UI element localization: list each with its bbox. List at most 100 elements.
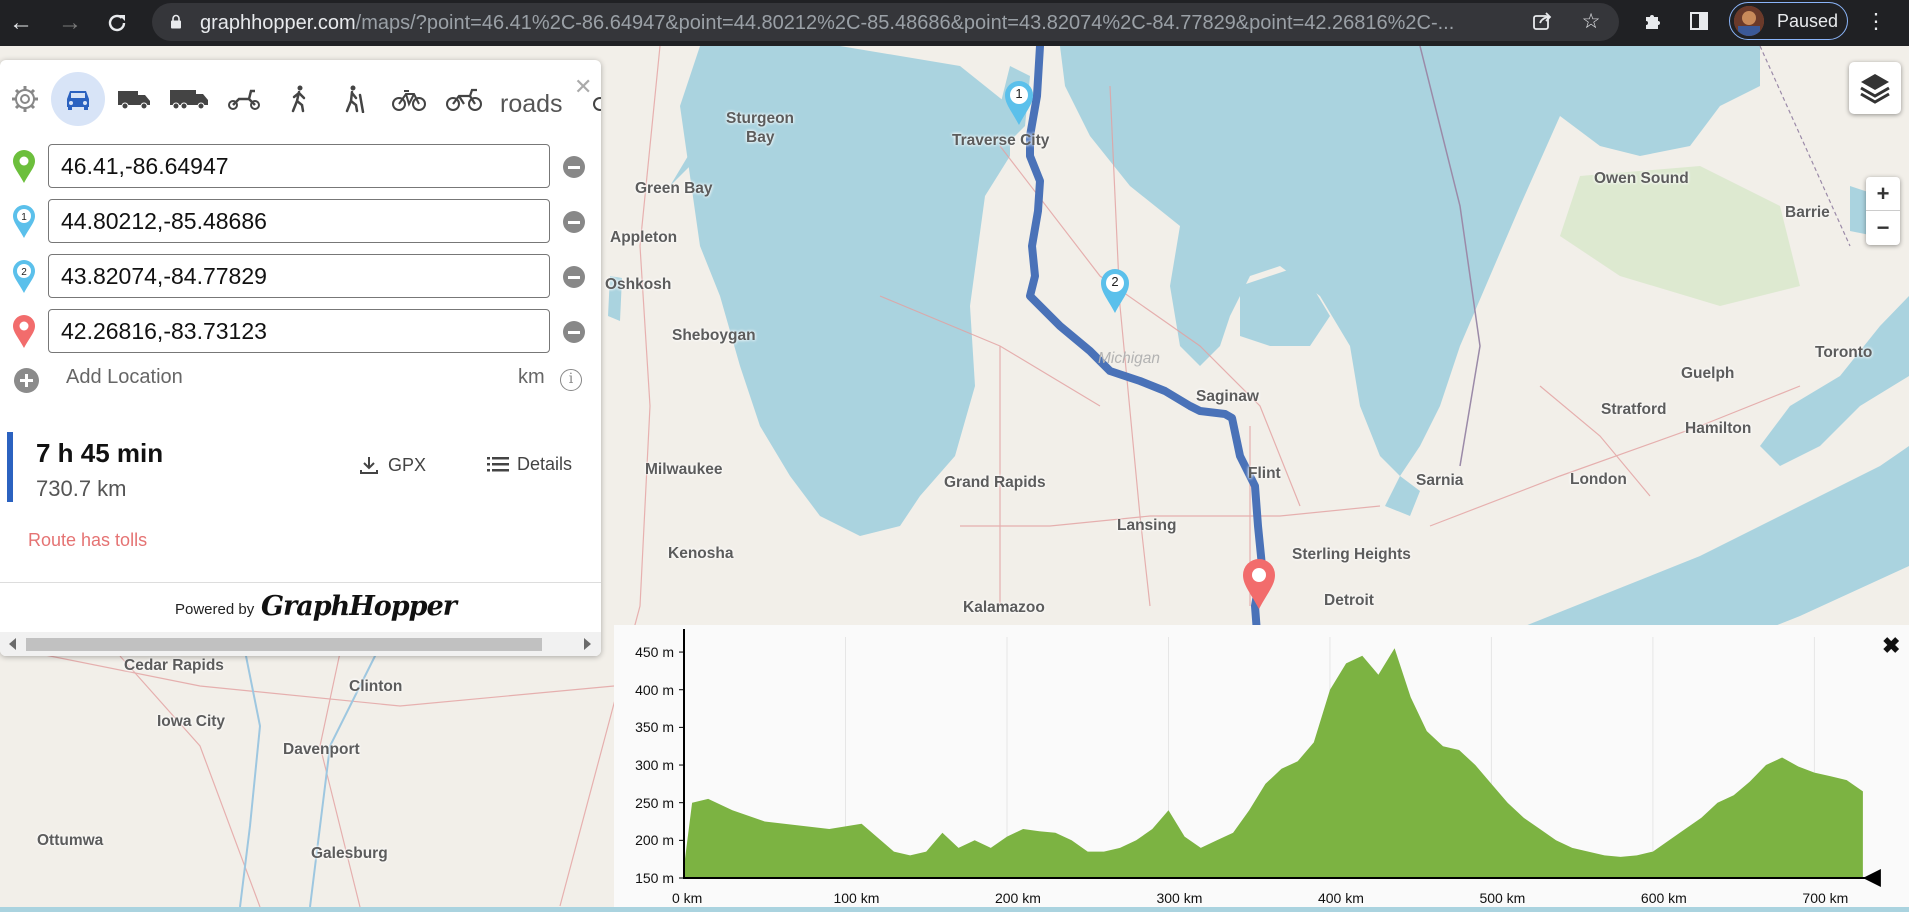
scooter-icon	[228, 89, 260, 110]
foot-profile-button[interactable]	[274, 74, 324, 124]
city-label: Barrie	[1785, 204, 1830, 221]
close-elevation-button[interactable]: ✖	[1882, 633, 1900, 659]
avatar	[1734, 6, 1764, 36]
svg-text:2: 2	[21, 267, 27, 278]
list-icon	[487, 457, 509, 472]
city-label: Kenosha	[668, 545, 734, 562]
start-location-input[interactable]	[48, 144, 550, 188]
y-tick-label: 250 m	[635, 794, 674, 811]
city-label: Sarnia	[1416, 472, 1464, 489]
waypoint-row-1: 1	[0, 199, 601, 243]
remove-waypoint-button[interactable]	[563, 211, 585, 233]
route-distance: 730.7 km	[36, 476, 127, 501]
side-panel-icon[interactable]	[1687, 10, 1711, 34]
city-label: Lansing	[1117, 517, 1177, 534]
details-button[interactable]: Details	[487, 454, 572, 475]
zoom-in-button[interactable]: +	[1866, 177, 1900, 211]
end-pin-icon	[13, 315, 35, 348]
scroll-left-arrow-icon[interactable]	[9, 638, 16, 650]
browser-toolbar: ← → graphhopper.com/maps/?point=46.41%2C…	[0, 0, 1909, 46]
settings-gear-icon[interactable]	[0, 74, 50, 124]
forward-icon[interactable]: →	[53, 6, 87, 40]
hike-profile-button[interactable]	[329, 74, 379, 124]
address-bar[interactable]: graphhopper.com/maps/?point=46.41%2C-86.…	[152, 3, 1619, 41]
elevation-panel: ✖ 450 m 400 m 350 m 300 m 250 m 200 m 150 m 0 …	[614, 625, 1909, 907]
motorcycle-profile-button[interactable]	[439, 74, 489, 124]
city-label: Saginaw	[1196, 388, 1259, 405]
horizontal-scrollbar[interactable]	[0, 632, 601, 656]
scroll-right-arrow-icon[interactable]	[584, 638, 591, 650]
route-time: 7 h 45 min	[36, 438, 164, 468]
remove-waypoint-button[interactable]	[563, 321, 585, 343]
city-label: Toronto	[1815, 344, 1873, 361]
info-icon[interactable]: i	[560, 369, 582, 391]
small-truck-icon	[118, 91, 150, 110]
graphhopper-logo[interactable]: GraphHopper	[261, 591, 457, 622]
download-icon	[360, 457, 378, 474]
destination-input[interactable]	[48, 309, 550, 353]
start-pin-icon	[13, 150, 35, 183]
x-tick-label: 400 km	[1317, 890, 1364, 906]
add-location-button[interactable]: Add Location	[66, 366, 183, 389]
remove-waypoint-button[interactable]	[563, 266, 585, 288]
walking-icon	[291, 85, 306, 113]
add-location-icon[interactable]	[14, 368, 39, 393]
menu-kebab-icon[interactable]: ⋮	[1864, 10, 1888, 34]
waypoint-row-2: 2	[0, 254, 601, 298]
waypoint-1-pin-icon: 1	[13, 205, 35, 238]
layers-icon	[1860, 74, 1890, 104]
city-label: London	[1570, 471, 1627, 488]
bookmark-star-icon[interactable]: ☆	[1579, 10, 1603, 34]
x-tick-label: 500 km	[1479, 890, 1526, 906]
city-label: Cedar Rapids	[124, 657, 224, 674]
city-label: Owen Sound	[1594, 170, 1689, 187]
y-tick-label: 200 m	[635, 832, 674, 849]
bicycle-icon	[392, 90, 426, 111]
x-tick-label: 100 km	[833, 890, 880, 906]
gpx-export-button[interactable]: GPX	[358, 454, 426, 476]
svg-text:1: 1	[21, 212, 27, 223]
reload-icon[interactable]	[100, 6, 134, 40]
route-summary[interactable]: 7 h 45 min 730.7 km GPX Details	[0, 432, 601, 506]
city-label: Clinton	[349, 678, 403, 695]
route-selected-indicator	[7, 432, 13, 502]
units-toggle[interactable]: km	[518, 366, 545, 389]
scooter-profile-button[interactable]	[219, 74, 269, 124]
remove-waypoint-button[interactable]	[563, 156, 585, 178]
more-profiles-icon[interactable]	[580, 74, 601, 124]
profile-button[interactable]: Paused	[1729, 2, 1848, 40]
share-icon[interactable]	[1530, 10, 1554, 34]
scrollbar-thumb[interactable]	[26, 638, 542, 651]
city-label: Kalamazoo	[963, 599, 1045, 616]
city-label: Sheboygan	[672, 327, 756, 344]
city-label: Grand Rapids	[944, 474, 1046, 491]
bike-profile-button[interactable]	[384, 74, 434, 124]
zoom-out-button[interactable]: −	[1866, 211, 1900, 245]
small-truck-profile-button[interactable]	[109, 74, 159, 124]
layers-button[interactable]	[1849, 62, 1901, 114]
city-label: Traverse City	[952, 132, 1050, 149]
url-text: graphhopper.com/maps/?point=46.41%2C-86.…	[200, 12, 1455, 34]
lock-icon	[171, 14, 181, 29]
elevation-chart[interactable]	[614, 625, 1909, 907]
gpx-label: GPX	[388, 455, 427, 475]
city-label: Milwaukee	[645, 461, 723, 478]
y-tick-label: 350 m	[635, 719, 674, 736]
x-tick-label: 700 km	[1802, 890, 1849, 906]
waypoint-1-input[interactable]	[48, 199, 550, 243]
truck-profile-button[interactable]	[164, 74, 214, 124]
y-tick-label: 150 m	[635, 870, 674, 886]
waypoint-2-input[interactable]	[48, 254, 550, 298]
profile-status: Paused	[1777, 11, 1839, 31]
car-profile-button[interactable]	[51, 72, 105, 126]
route-panel: roads ✕ 1 2 Add Location km i 7 h 45 min…	[0, 60, 601, 656]
details-label: Details	[517, 454, 573, 474]
city-label: Guelph	[1681, 365, 1735, 382]
waypoint-1-label: 1	[1015, 86, 1023, 101]
back-icon[interactable]: ←	[4, 6, 38, 40]
waypoint-2-label: 2	[1111, 274, 1119, 289]
position-marker	[1862, 869, 1881, 887]
powered-by-text: Powered by	[175, 601, 255, 618]
extensions-puzzle-icon[interactable]	[1641, 10, 1665, 34]
roads-profile-button[interactable]: roads	[500, 90, 563, 119]
